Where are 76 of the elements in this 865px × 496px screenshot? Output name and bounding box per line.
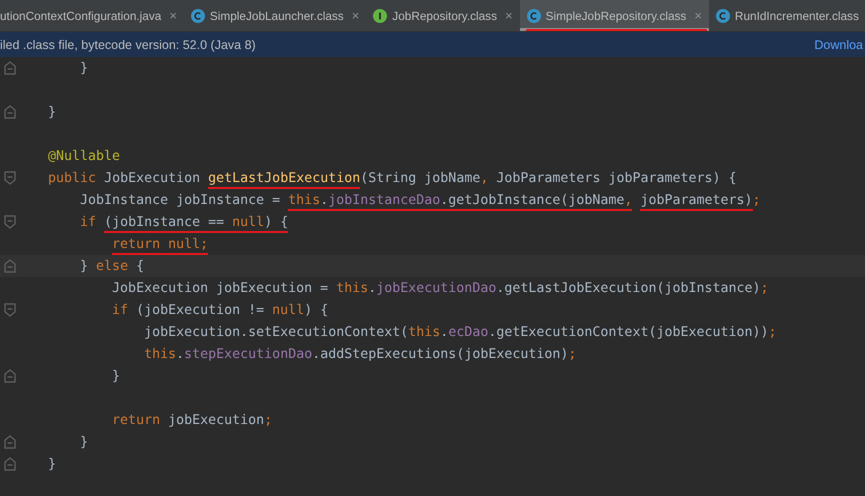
keyword: null — [232, 214, 264, 232]
keyword: , — [480, 170, 488, 188]
field-name: ecDao — [448, 324, 488, 342]
tab-label: JobRepository.class — [392, 8, 497, 22]
close-icon[interactable]: × — [352, 8, 360, 23]
keyword: public — [48, 170, 96, 188]
code-text: .getLastJobExecution(jobInstance) — [496, 280, 761, 298]
tab-label: RunIdIncrementer.class — [734, 8, 859, 22]
code-text: (String jobName — [360, 170, 480, 188]
tab-label: utionContextConfiguration.java — [0, 8, 162, 22]
banner-text: iled .class file, bytecode version: 52.0 (Java 8) — [0, 38, 256, 52]
code-text: . — [440, 324, 448, 342]
code-text: jobParameters) — [640, 192, 753, 210]
class-icon — [716, 8, 730, 22]
close-icon[interactable]: × — [694, 8, 702, 23]
keyword: return — [112, 412, 160, 430]
tab-label: SimpleJobRepository.class — [546, 8, 686, 22]
code-text: . — [176, 346, 184, 364]
fold-icon[interactable] — [4, 369, 16, 383]
keyword: this — [336, 280, 368, 298]
field-name: stepExecutionDao — [184, 346, 312, 364]
keyword: this — [144, 346, 176, 364]
close-icon[interactable]: × — [504, 8, 513, 23]
code-text: JobInstance jobInstance = — [80, 192, 282, 210]
editor-tab[interactable]: SimpleJobRepository.class × — [520, 0, 709, 31]
keyword: this — [288, 192, 320, 210]
code-text: } — [48, 104, 56, 122]
code-text: JobExecution jobExecution = — [112, 280, 330, 298]
class-icon — [526, 8, 541, 22]
code-text: } — [48, 456, 56, 474]
code-text: ) { — [304, 302, 328, 320]
keyword: ; — [752, 192, 761, 210]
keyword: ; — [568, 346, 576, 364]
code-text: } — [80, 434, 88, 452]
fold-icon[interactable] — [4, 61, 16, 75]
code-text: ) { — [264, 214, 288, 232]
keyword: if — [80, 214, 96, 232]
code-text: jobExecution.setExecutionContext( — [144, 324, 408, 342]
code-text: . — [368, 280, 376, 298]
keyword: else — [96, 258, 128, 276]
code-text: } — [112, 368, 120, 386]
code-text: .getExecutionContext(jobExecution)) — [488, 324, 769, 342]
fold-icon[interactable] — [4, 457, 16, 471]
field-name: jobExecutionDao — [376, 280, 496, 298]
code-text: } — [80, 258, 90, 276]
code-text: JobExecution — [104, 170, 202, 188]
code-text: JobParameters jobParameters) { — [496, 170, 737, 188]
code-text: (jobInstance == — [104, 214, 232, 232]
code-text: .getJobInstance(jobName — [440, 192, 624, 210]
keyword: ; — [760, 280, 769, 298]
keyword: null — [272, 302, 304, 320]
fold-icon[interactable] — [4, 259, 16, 273]
keyword: this — [408, 324, 440, 342]
class-icon — [190, 8, 205, 22]
code-text: jobExecution — [168, 412, 264, 430]
keyword: ; — [264, 412, 272, 430]
fold-icon[interactable] — [4, 303, 16, 317]
keyword: if — [112, 302, 128, 320]
code-text: .addStepExecutions(jobExecution) — [312, 346, 568, 364]
code-text: (jobExecution != — [136, 302, 266, 320]
fold-icon[interactable] — [4, 171, 16, 185]
code-text: . — [320, 192, 328, 210]
fold-icon[interactable] — [4, 435, 16, 449]
code-text: } — [80, 60, 88, 78]
tab-label: SimpleJobLauncher.class — [210, 8, 344, 22]
annotation: @Nullable — [48, 148, 120, 166]
method-name: getLastJobExecution — [208, 170, 360, 188]
close-icon[interactable]: × — [169, 8, 177, 23]
interface-icon — [373, 8, 388, 22]
field-name: jobInstanceDao — [328, 192, 440, 210]
code-text: { — [136, 258, 144, 276]
keyword: , — [624, 192, 632, 210]
download-link[interactable]: Downloa — [814, 38, 863, 52]
fold-icon[interactable] — [4, 215, 16, 229]
fold-icon[interactable] — [4, 105, 16, 119]
keyword: ; — [768, 324, 777, 342]
